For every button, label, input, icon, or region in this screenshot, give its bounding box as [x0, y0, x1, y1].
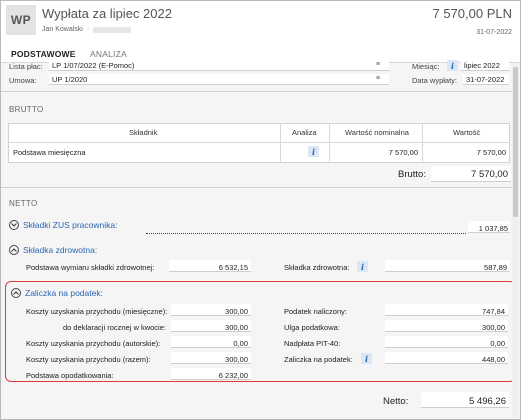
miesiac-label: Miesiąc: [412, 62, 440, 71]
brutto-section-title: BRUTTO [9, 105, 44, 114]
collapse-zdrowotna-icon[interactable] [9, 245, 19, 255]
menu-icon[interactable]: ≡ [376, 75, 380, 82]
zdrowotna-link[interactable]: Składka zdrowotna: [23, 245, 97, 255]
document-title: Wypłata za lipiec 2022 [42, 6, 172, 21]
miesiac-field[interactable]: lipiec 2022 [461, 60, 509, 71]
zaliczka-na-podatek-value[interactable]: 448,00 [385, 355, 505, 364]
divider [1, 187, 512, 188]
separator: · [86, 26, 90, 33]
expand-zus-icon[interactable] [9, 220, 19, 230]
info-icon[interactable]: i [308, 146, 319, 157]
deklaracja-roczna-value[interactable]: 300,00 [171, 323, 248, 332]
podatek-naliczony-label: Podatek naliczony: [284, 307, 347, 316]
zus-link[interactable]: Składki ZUS pracownika: [23, 220, 117, 230]
koszty-autorskie-label: Koszty uzyskania przychodu (autorskie): [26, 339, 161, 348]
vertical-scrollbar[interactable] [512, 63, 519, 419]
data-wyplaty-label: Data wypłaty: [412, 76, 458, 85]
info-icon[interactable]: i [357, 261, 368, 272]
collapse-zaliczka-icon[interactable] [11, 288, 21, 298]
window: WP Wypłata za lipiec 2022 Jan Kowalski ·… [0, 0, 521, 420]
column-divider [280, 124, 281, 162]
koszty-miesieczne-label: Koszty uzyskania przychodu (miesięczne): [26, 307, 168, 316]
column-header-skladnik[interactable]: Składnik [129, 128, 157, 137]
koszty-autorskie-value[interactable]: 0,00 [171, 339, 248, 348]
tab-podstawowe[interactable]: PODSTAWOWE [9, 49, 78, 65]
document-subtitle: Jan Kowalski · [42, 26, 132, 33]
deklaracja-roczna-label: do deklaracji rocznej w kwocie: [63, 323, 166, 332]
zus-value: 1 037,85 [478, 224, 508, 233]
column-header-wartosc-nominalna[interactable]: Wartość nominalna [345, 128, 409, 137]
info-icon[interactable]: i [361, 353, 372, 364]
ulga-podatkowa-value[interactable]: 300,00 [385, 323, 505, 332]
header-date: 31-07-2022 [476, 29, 512, 36]
nadplata-pit40-value[interactable]: 0,00 [385, 339, 505, 348]
column-header-analiza[interactable]: Analiza [292, 128, 317, 137]
podstawa-opodatkowania-value[interactable]: 6 232,00 [171, 371, 248, 380]
lista-plac-label: Lista płac: [9, 62, 43, 71]
brutto-total-label: Brutto: [398, 169, 426, 180]
scrollbar-thumb[interactable] [513, 67, 518, 217]
podstawa-zdrowotnej-label: Podstawa wymiaru składki zdrowotnej: [26, 263, 155, 272]
document-header: WP Wypłata za lipiec 2022 Jan Kowalski ·… [1, 1, 520, 43]
dotted-leader [146, 233, 466, 234]
lista-plac-field[interactable]: LP 1/07/2022 (E-Pomoc) [49, 60, 389, 71]
podatek-naliczony-value[interactable]: 747,84 [385, 307, 505, 316]
column-divider [329, 124, 330, 162]
brutto-row-nominal[interactable]: 7 570,00 [331, 148, 418, 157]
zaliczka-link[interactable]: Zaliczka na podatek: [25, 288, 103, 298]
tab-analiza[interactable]: ANALIZA [90, 49, 127, 59]
nadplata-pit40-label: Nadpłata PIT-40: [284, 339, 341, 348]
netto-section-title: NETTO [9, 199, 38, 208]
brutto-table: Składnik Analiza Wartość nominalna Warto… [8, 123, 510, 163]
brutto-row-value[interactable]: 7 570,00 [424, 148, 506, 157]
info-icon[interactable]: i [447, 60, 458, 71]
menu-icon[interactable]: ≡ [376, 61, 380, 68]
skladka-zdrowotna-label: Składka zdrowotna: [284, 263, 350, 272]
umowa-field[interactable]: UP 1/2020 [49, 74, 389, 85]
redacted-text [93, 26, 132, 33]
podstawa-opodatkowania-label: Podstawa opodatkowania: [26, 371, 114, 380]
skladka-zdrowotna-value: 587,89 [484, 263, 507, 272]
netto-total-label: Netto: [383, 396, 409, 407]
koszty-razem-label: Koszty uzyskania przychodu (razem): [26, 355, 151, 364]
koszty-razem-value[interactable]: 300,00 [171, 355, 248, 364]
form-content: Lista płac: LP 1/07/2022 (E-Pomoc) ≡ Umo… [1, 60, 520, 419]
employee-name[interactable]: Jan Kowalski [42, 26, 83, 33]
netto-total-value: 5 496,26 [469, 396, 506, 407]
document-avatar: WP [6, 5, 36, 35]
ulga-podatkowa-label: Ulga podatkowa: [284, 323, 340, 332]
podstawa-zdrowotnej-value: 6 532,15 [218, 263, 248, 272]
data-wyplaty-field[interactable]: 31-07-2022 [463, 74, 509, 85]
koszty-miesieczne-value[interactable]: 300,00 [171, 307, 248, 316]
column-divider [422, 124, 423, 162]
umowa-label: Umowa: [9, 76, 37, 85]
column-header-wartosc[interactable]: Wartość [453, 128, 480, 137]
row-divider [9, 142, 509, 143]
divider [1, 91, 512, 92]
zaliczka-na-podatek-label: Zaliczka na podatek: [284, 355, 353, 364]
brutto-total-value: 7 570,00 [471, 169, 508, 180]
header-amount: 7 570,00 PLN [432, 6, 512, 21]
brutto-row-skladnik[interactable]: Podstawa miesięczna [13, 148, 86, 157]
